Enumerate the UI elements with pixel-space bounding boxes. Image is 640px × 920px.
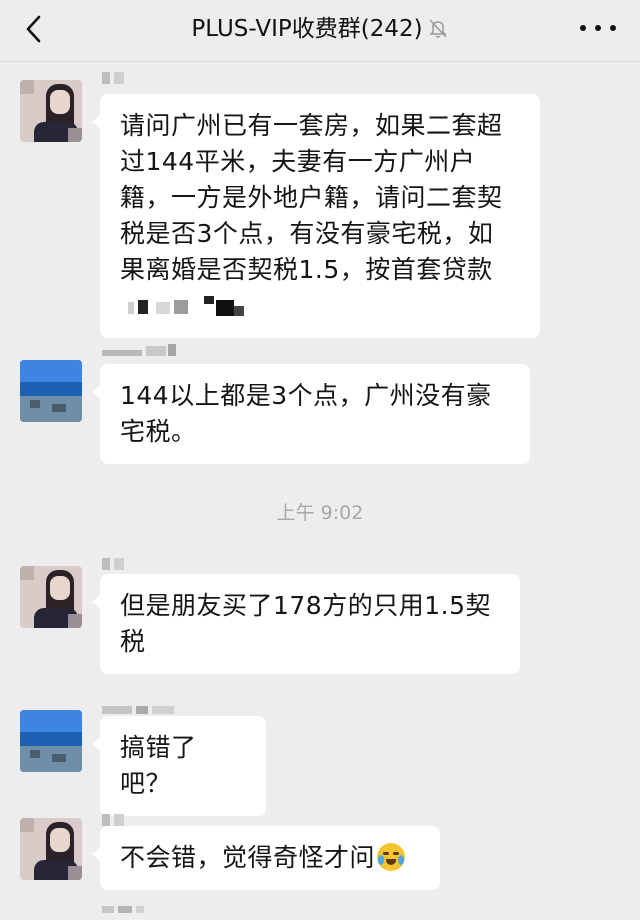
avatar[interactable]	[20, 360, 82, 422]
more-options-button[interactable]	[578, 16, 618, 40]
avatar[interactable]	[20, 566, 82, 628]
avatar[interactable]	[20, 818, 82, 880]
message-bubble[interactable]: 144以上都是3个点，广州没有豪 宅税。	[92, 364, 530, 464]
timestamp: 上午 9:02	[276, 502, 364, 524]
avatar[interactable]	[20, 710, 82, 772]
message-bubble[interactable]: 但是朋友买了178方的只用1.5契 税	[92, 574, 520, 674]
redacted-text	[120, 288, 520, 324]
message-bubble[interactable]: 不会错，觉得奇怪才问	[92, 826, 440, 890]
message-text: 不会错，觉得奇怪才问	[120, 840, 420, 876]
message-text: 请问广州已有一套房，如果二套超 过144平米，夫妻有一方广州户 籍，一方是外地户…	[120, 108, 520, 324]
message-bubble[interactable]: 请问广州已有一套房，如果二套超 过144平米，夫妻有一方广州户 籍，一方是外地户…	[92, 94, 540, 338]
bell-muted-icon	[428, 19, 447, 38]
message-text: 144以上都是3个点，广州没有豪 宅税。	[120, 381, 492, 446]
message-bubble[interactable]: 搞错了吧？	[92, 716, 266, 816]
message-text: 搞错了吧？	[120, 733, 197, 798]
avatar[interactable]	[20, 80, 82, 142]
message-text: 但是朋友买了178方的只用1.5契 税	[120, 591, 491, 656]
chat-header: PLUS-VIP收费群(242)	[0, 0, 640, 62]
crying-laughing-emoji	[377, 843, 406, 871]
chat-title-row: PLUS-VIP收费群(242)	[0, 14, 640, 44]
chat-title: PLUS-VIP收费群(242)	[191, 16, 423, 42]
